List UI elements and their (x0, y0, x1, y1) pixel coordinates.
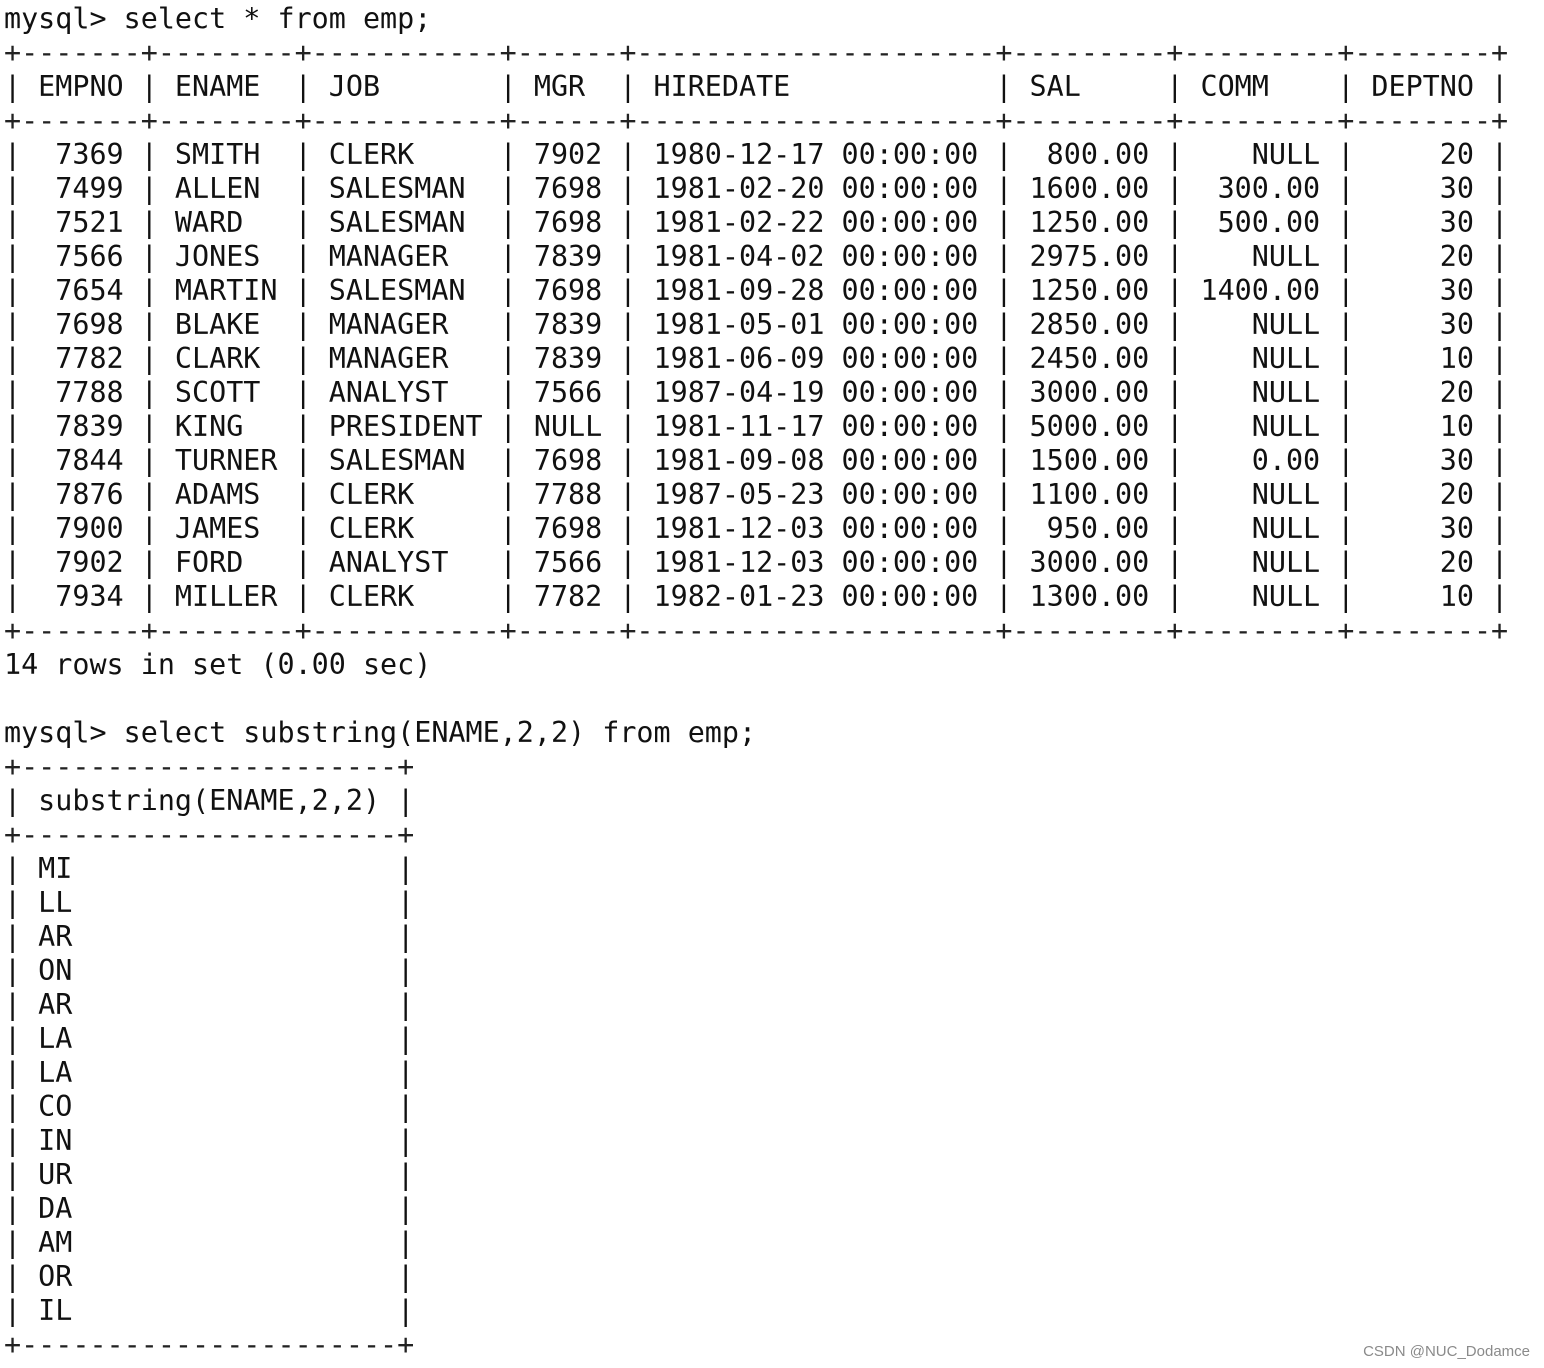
table-row: | ON | (4, 954, 415, 987)
table-row: | IL | (4, 1294, 415, 1327)
table-border: +----------------------+ (4, 818, 415, 851)
terminal-output: mysql> select * from emp; +-------+------… (4, 2, 1508, 1362)
table-row: | 7566 | JONES | MANAGER | 7839 | 1981-0… (4, 240, 1509, 273)
table-row: | 7521 | WARD | SALESMAN | 7698 | 1981-0… (4, 206, 1509, 239)
table-row: | IN | (4, 1124, 415, 1157)
table-row: | LA | (4, 1056, 415, 1089)
table-header: | EMPNO | ENAME | JOB | MGR | HIREDATE |… (4, 70, 1509, 103)
table-row: | 7900 | JAMES | CLERK | 7698 | 1981-12-… (4, 512, 1509, 545)
command-line: mysql> select substring(ENAME,2,2) from … (4, 716, 757, 749)
table-row: | 7698 | BLAKE | MANAGER | 7839 | 1981-0… (4, 308, 1509, 341)
table-row: | UR | (4, 1158, 415, 1191)
table-row: | 7788 | SCOTT | ANALYST | 7566 | 1987-0… (4, 376, 1509, 409)
table-row: | 7499 | ALLEN | SALESMAN | 7698 | 1981-… (4, 172, 1509, 205)
table-border: +-------+--------+-----------+------+---… (4, 36, 1509, 69)
table-row: | LA | (4, 1022, 415, 1055)
table-row: | 7876 | ADAMS | CLERK | 7788 | 1987-05-… (4, 478, 1509, 511)
table-row: | 7369 | SMITH | CLERK | 7902 | 1980-12-… (4, 138, 1509, 171)
table-row: | AR | (4, 988, 415, 1021)
table-border: +-------+--------+-----------+------+---… (4, 614, 1509, 647)
command-line: mysql> select * from emp; (4, 2, 432, 35)
table-border: +----------------------+ (4, 750, 415, 783)
table-header: | substring(ENAME,2,2) | (4, 784, 415, 817)
table-row: | DA | (4, 1192, 415, 1225)
table-row: | OR | (4, 1260, 415, 1293)
table-row: | AM | (4, 1226, 415, 1259)
result-summary: 14 rows in set (0.00 sec) (4, 648, 432, 681)
table-row: | 7934 | MILLER | CLERK | 7782 | 1982-01… (4, 580, 1509, 613)
table-row: | 7839 | KING | PRESIDENT | NULL | 1981-… (4, 410, 1509, 443)
watermark: CSDN @NUC_Dodamce (1363, 1343, 1530, 1360)
table-border: +----------------------+ (4, 1328, 415, 1361)
table-row: | MI | (4, 852, 415, 885)
table-row: | LL | (4, 886, 415, 919)
table-border: +-------+--------+-----------+------+---… (4, 104, 1509, 137)
table-row: | CO | (4, 1090, 415, 1123)
table-row: | AR | (4, 920, 415, 953)
table-row: | 7654 | MARTIN | SALESMAN | 7698 | 1981… (4, 274, 1509, 307)
table-row: | 7844 | TURNER | SALESMAN | 7698 | 1981… (4, 444, 1509, 477)
table-row: | 7782 | CLARK | MANAGER | 7839 | 1981-0… (4, 342, 1509, 375)
table-row: | 7902 | FORD | ANALYST | 7566 | 1981-12… (4, 546, 1509, 579)
